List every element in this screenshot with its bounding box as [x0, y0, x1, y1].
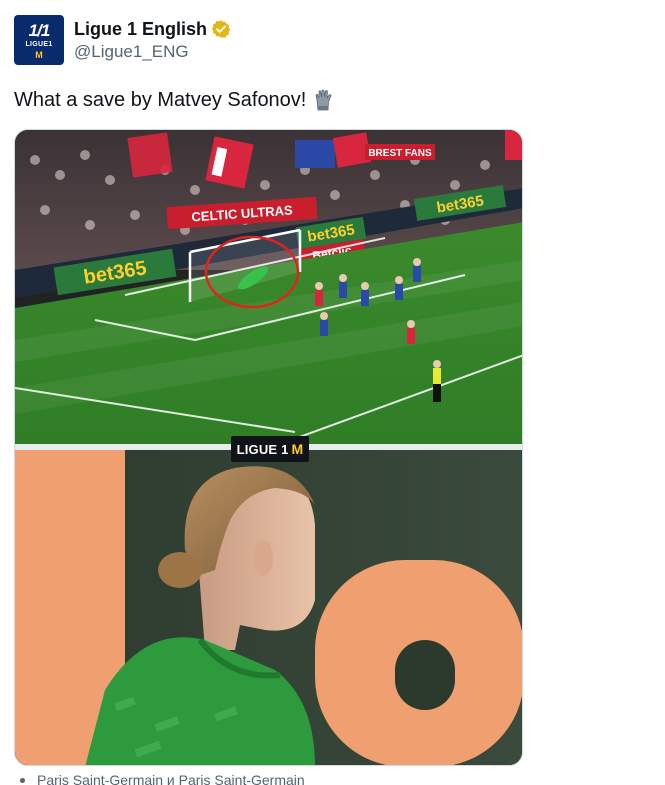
author-names: Ligue 1 English @Ligue1_ENG: [74, 18, 231, 63]
bullet-icon: [20, 777, 25, 783]
tweet-text: What a save by Matvey Safonov!: [14, 86, 336, 114]
ligue1-logo-icon: 1/1: [28, 21, 51, 40]
display-name[interactable]: Ligue 1 English: [74, 18, 207, 40]
ligue1-watermark-text: LIGUE 1: [236, 441, 289, 457]
ligue1-watermark: LIGUE 1 M: [231, 436, 309, 462]
handle[interactable]: @Ligue1_ENG: [74, 41, 231, 63]
footer-tags[interactable]: Paris Saint-Germain и Paris Saint-Germai…: [20, 772, 305, 785]
mcdonalds-logo-icon: M: [35, 50, 43, 60]
display-name-row: Ligue 1 English: [74, 18, 231, 40]
brest-fans-banner: BREST FANS: [368, 148, 432, 159]
avatar[interactable]: 1/1 LIGUE1 M: [14, 15, 64, 65]
avatar-label: LIGUE1: [25, 41, 53, 48]
tweet-header: 1/1 LIGUE1 M Ligue 1 English @Ligue1_ENG: [14, 14, 231, 66]
footer-text: Paris Saint-Germain и Paris Saint-Germai…: [37, 772, 305, 785]
mcdonalds-logo-icon: M: [291, 441, 304, 457]
safonov-closeup-image: [15, 450, 522, 765]
save-replay-image: BREST FANS CELTIC ULTRAS bet365 bet365 B…: [15, 130, 522, 446]
goalkeeper-glove-icon: [315, 89, 332, 111]
tweet-media[interactable]: BREST FANS CELTIC ULTRAS bet365 bet365 B…: [14, 129, 523, 766]
verified-badge-icon: [211, 19, 231, 38]
tweet-text-content: What a save by Matvey Safonov!: [14, 89, 307, 111]
